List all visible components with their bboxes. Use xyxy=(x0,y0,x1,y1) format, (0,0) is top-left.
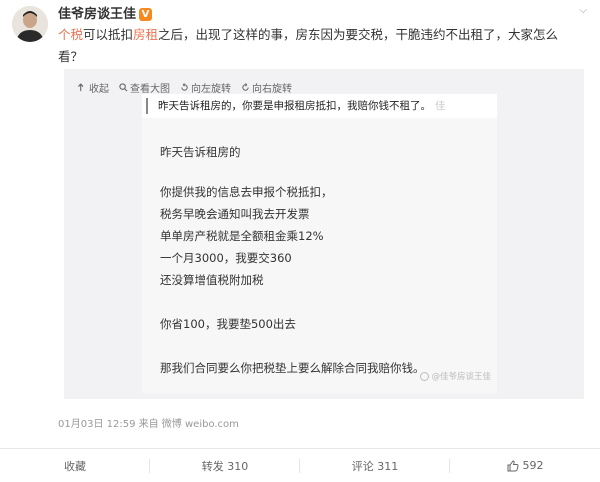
username-text[interactable]: 佳爷房谈王佳 xyxy=(58,7,136,22)
tag-link-rent[interactable]: 房租 xyxy=(133,27,158,42)
image-watermark: @佳爷房谈王佳 xyxy=(420,370,491,382)
image-line: 单单房产税就是全额租金乘12% xyxy=(160,229,324,243)
media-toolbar: 收起 查看大图 向左旋转 向右旋转 xyxy=(78,80,292,95)
image-line: 那我们合同要么你把税垫上要么解除合同我赔你钱。 xyxy=(160,361,425,375)
view-large-label: 查看大图 xyxy=(130,84,170,95)
comment-label: 评论 311 xyxy=(351,459,399,473)
comment-button[interactable]: 评论 311 xyxy=(300,449,450,482)
rotate-left-label: 向左旋转 xyxy=(191,84,231,95)
image-line: 你提供我的信息去申报个税抵扣， xyxy=(160,185,333,199)
rotate-left-icon xyxy=(181,83,188,91)
repost-button[interactable]: 转发 310 xyxy=(150,449,300,482)
view-large-button[interactable]: 查看大图 xyxy=(119,80,170,95)
post-meta: 01月03日 12:59 来自 微博 weibo.com xyxy=(58,419,239,430)
dropdown-arrow-icon[interactable]: ⌵ xyxy=(579,5,587,16)
image-line: 你省100，我要垫500出去 xyxy=(160,317,296,331)
rotate-left-button[interactable]: 向左旋转 xyxy=(180,80,231,95)
image-line: 一个月3000，我要交360 xyxy=(160,251,292,265)
image-line: 税务早晚会通知叫我去开发票 xyxy=(160,207,310,221)
media-box: 收起 查看大图 向左旋转 向右旋转 昨天告诉租房的，你要是申报租房抵扣，我赔你钱… xyxy=(64,69,584,399)
collapse-button[interactable]: 收起 xyxy=(78,80,109,95)
like-count: 592 xyxy=(522,459,544,472)
image-line: 还没算增值税附加税 xyxy=(160,273,264,287)
image-header-text: 昨天告诉租房的，你要是申报租房抵扣，我赔你钱不租了。 xyxy=(158,100,431,112)
rotate-right-button[interactable]: 向右旋转 xyxy=(241,80,292,95)
watermark-text: @佳爷房谈王佳 xyxy=(431,372,491,382)
thumb-up-icon xyxy=(507,459,519,471)
favorite-label: 收藏 xyxy=(64,459,86,473)
image-header-bracket xyxy=(146,98,149,114)
collapse-label: 收起 xyxy=(89,84,109,95)
post-text-part1: 可以抵扣 xyxy=(83,27,134,42)
rotate-right-label: 向右旋转 xyxy=(252,84,292,95)
image-header-fade: 佳 xyxy=(435,100,446,112)
verified-badge-icon: V xyxy=(139,8,153,21)
avatar[interactable] xyxy=(12,6,48,42)
like-button[interactable]: 592 xyxy=(450,449,600,482)
tag-link-tax[interactable]: 个税 xyxy=(58,27,83,42)
repost-label: 转发 310 xyxy=(201,459,249,473)
action-bar: 收藏 转发 310 评论 311 592 xyxy=(0,448,600,482)
username[interactable]: 佳爷房谈王佳 V xyxy=(58,3,153,22)
image-line: 昨天告诉租房的 xyxy=(160,145,241,159)
favorite-button[interactable]: 收藏 xyxy=(0,449,150,482)
watermark-icon xyxy=(420,371,430,381)
rotate-right-icon xyxy=(242,83,249,91)
image-header: 昨天告诉租房的，你要是申报租房抵扣，我赔你钱不租了。佳 xyxy=(142,94,497,118)
zoom-icon xyxy=(119,83,128,92)
collapse-icon xyxy=(78,83,84,92)
post-image[interactable]: 昨天告诉租房的，你要是申报租房抵扣，我赔你钱不租了。佳 昨天告诉租房的 你提供我… xyxy=(142,94,497,393)
post-text: 个税可以抵扣房租之后，出现了这样的事，房东因为要交税，干脆违约不出租了，大家怎么… xyxy=(58,24,583,68)
